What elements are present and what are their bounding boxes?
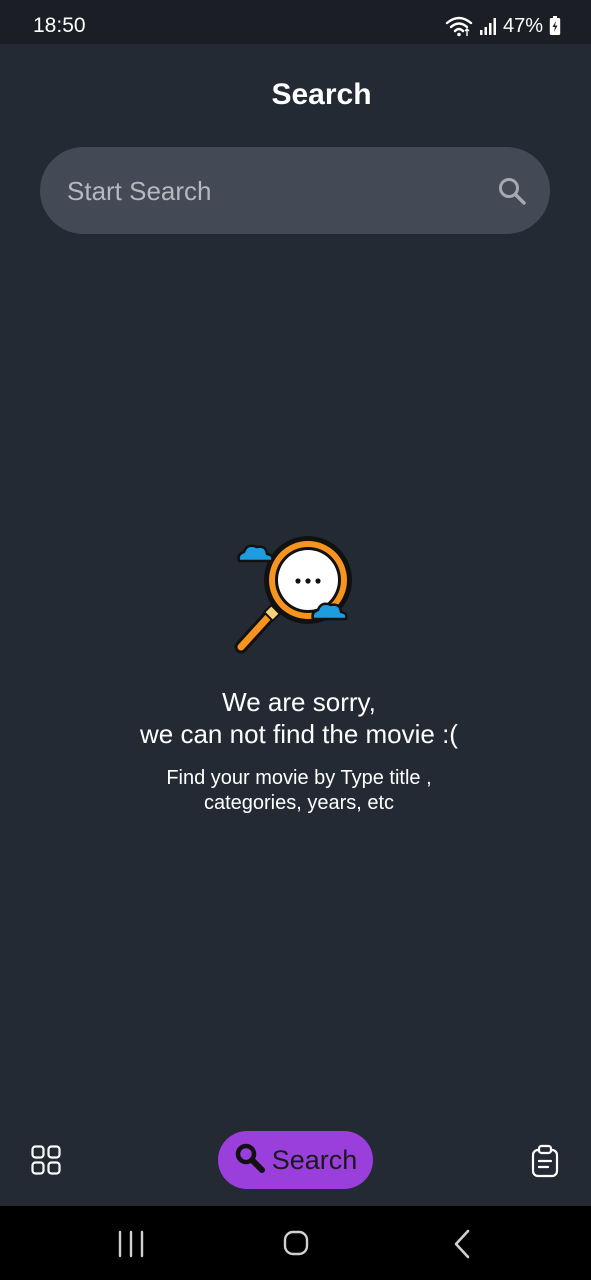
clipboard-icon[interactable]: [529, 1144, 561, 1178]
magnifier-clouds-illustration: [233, 530, 363, 660]
empty-state-title-line2: we can not find the movie :(: [140, 719, 458, 749]
grid-icon[interactable]: [30, 1144, 62, 1176]
wifi-icon: [445, 15, 473, 37]
nav-search-label: Search: [271, 1144, 358, 1175]
status-bar: 18:50 47%: [0, 0, 591, 44]
empty-state-subtitle-line1: Find your movie by Type title ,: [166, 767, 432, 789]
empty-state-title: We are sorry, we can not find the movie …: [0, 686, 591, 750]
signal-icon: [479, 16, 497, 36]
battery-percent: 47%: [502, 14, 543, 37]
battery-charging-icon: [549, 16, 561, 36]
status-icons: 47%: [445, 12, 561, 40]
home-icon[interactable]: [276, 1228, 316, 1260]
search-bar[interactable]: [40, 147, 550, 236]
search-icon[interactable]: [496, 175, 528, 207]
recent-apps-icon[interactable]: [111, 1228, 151, 1260]
empty-state-subtitle: Find your movie by Type title , categori…: [0, 766, 591, 816]
search-screen: 18:50 47% Search Start Search We are sor…: [0, 0, 591, 1280]
page-title: Search: [271, 78, 372, 111]
nav-search-button[interactable]: Search: [218, 1131, 373, 1189]
empty-state-subtitle-line2: categories, years, etc: [203, 792, 395, 814]
empty-state-title-line1: We are sorry,: [222, 687, 376, 717]
search-input[interactable]: [65, 147, 489, 236]
back-icon[interactable]: [442, 1228, 482, 1260]
status-time: 18:50: [33, 14, 86, 37]
system-nav-bar: [0, 1206, 591, 1280]
search-icon: [234, 1142, 266, 1179]
bottom-nav: Search: [0, 1120, 591, 1206]
